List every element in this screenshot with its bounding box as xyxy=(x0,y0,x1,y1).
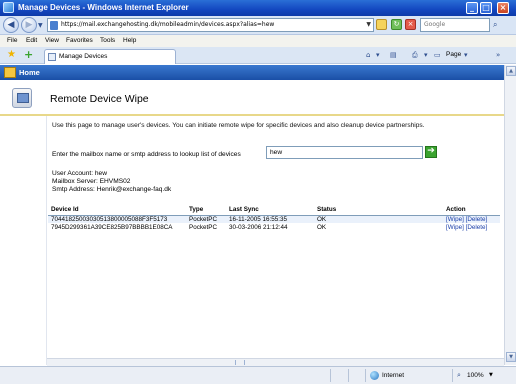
table-row: 7945D299361A39CE825B97BBBB1E08CA PocketP… xyxy=(48,223,500,231)
back-button[interactable]: ◀ xyxy=(3,17,19,33)
page-description: Use this page to manage user's devices. … xyxy=(52,122,425,129)
internet-zone-icon xyxy=(370,371,379,380)
security-zone-label: Internet xyxy=(382,372,405,379)
col-action: Action xyxy=(443,205,500,216)
window-title: Manage Devices - Windows Internet Explor… xyxy=(18,3,189,12)
scroll-up-icon[interactable]: ▲ xyxy=(506,66,516,76)
left-pane xyxy=(0,80,47,365)
refresh-button[interactable]: ↻ xyxy=(391,19,402,30)
status-bar: Internet ⌕ 100% ▼ xyxy=(0,366,516,384)
col-status: Status xyxy=(314,205,443,216)
menu-view[interactable]: View xyxy=(45,37,59,44)
address-bar: ◀ ▶ ▼ https://mail.exchangehosting.dk/mo… xyxy=(0,16,516,35)
page-title: Remote Device Wipe xyxy=(50,93,149,105)
home-bar: Home xyxy=(0,65,516,80)
forward-button[interactable]: ▶ xyxy=(21,17,37,33)
horizontal-scrollbar[interactable] xyxy=(47,358,504,366)
last-sync-cell: 16-11-2005 16:55:35 xyxy=(226,215,314,223)
print-dropdown-icon[interactable]: ▾ xyxy=(424,51,428,59)
zoom-icon[interactable]: ⌕ xyxy=(457,371,461,380)
search-icon[interactable]: ⌕ xyxy=(493,20,497,30)
tab-bar: ★ + Manage Devices ⌂ ▾ ▤ ⎙ ▾ ▭ Page ▾ » xyxy=(0,47,516,64)
lookup-label: Enter the mailbox name or smtp address t… xyxy=(52,151,241,158)
page-icon xyxy=(50,21,58,30)
close-button[interactable]: × xyxy=(497,2,509,14)
tab-label: Manage Devices xyxy=(59,53,108,60)
history-dropdown-icon[interactable]: ▼ xyxy=(38,22,43,29)
mailbox-lookup-input[interactable] xyxy=(266,146,423,159)
table-header-row: Device Id Type Last Sync Status Action xyxy=(48,205,500,216)
user-account-text: User Account: hew xyxy=(52,170,107,177)
wipe-link[interactable]: [Wipe] xyxy=(446,216,464,223)
smtp-address-text: Smtp Address: Henrik@exchange-faq.dk xyxy=(52,186,172,193)
action-cell: [Wipe] [Delete] xyxy=(443,223,500,231)
tab-page-icon xyxy=(48,53,56,61)
search-input[interactable] xyxy=(421,19,481,30)
menu-favorites[interactable]: Favorites xyxy=(66,37,93,44)
last-sync-cell: 30-03-2006 21:12:44 xyxy=(229,223,288,231)
devices-table: Device Id Type Last Sync Status Action 7… xyxy=(48,205,500,231)
page-menu[interactable]: Page xyxy=(446,51,461,58)
zoom-dropdown-icon[interactable]: ▼ xyxy=(489,372,493,378)
col-device-id: Device Id xyxy=(48,205,186,216)
tab-manage-devices[interactable]: Manage Devices xyxy=(44,49,176,64)
maximize-button[interactable]: □ xyxy=(480,2,492,14)
wipe-link[interactable]: [Wipe] xyxy=(446,224,464,231)
zoom-level[interactable]: 100% xyxy=(467,372,484,379)
menu-edit[interactable]: Edit xyxy=(26,37,37,44)
delete-link[interactable]: [Delete] xyxy=(466,224,488,231)
page-content: Remote Device Wipe Use this page to mana… xyxy=(0,80,504,365)
page-icon-menu[interactable]: ▭ xyxy=(434,51,441,59)
feeds-icon[interactable]: ▤ xyxy=(390,51,397,59)
url-dropdown-icon[interactable]: ▼ xyxy=(366,21,371,28)
minimize-button[interactable]: _ xyxy=(466,2,478,14)
title-bar: Manage Devices - Windows Internet Explor… xyxy=(0,0,516,16)
mailbox-server-text: Mailbox Server: EHVMS02 xyxy=(52,178,131,185)
col-last-sync: Last Sync xyxy=(226,205,314,216)
delete-link[interactable]: [Delete] xyxy=(466,216,488,223)
status-divider xyxy=(365,369,366,382)
lookup-go-button[interactable]: ➔ xyxy=(425,146,437,158)
type-cell: PocketPC xyxy=(186,215,226,223)
status-cell: OK xyxy=(317,223,327,231)
status-divider xyxy=(452,369,453,382)
menu-tools[interactable]: Tools xyxy=(100,37,115,44)
url-text: https://mail.exchangehosting.dk/mobilead… xyxy=(61,21,275,28)
status-divider xyxy=(330,369,331,382)
print-icon[interactable]: ⎙ xyxy=(412,51,418,60)
scroll-down-icon[interactable]: ▼ xyxy=(506,352,516,362)
home-link[interactable]: Home xyxy=(19,68,40,77)
status-divider xyxy=(348,369,349,382)
search-box[interactable] xyxy=(420,18,490,32)
toolbar-more-icon[interactable]: » xyxy=(496,51,500,59)
device-id-cell: 7945D299361A39CE825B97BBBB1E08CA xyxy=(51,223,173,231)
page-header: Remote Device Wipe xyxy=(0,80,504,116)
type-cell: PocketPC xyxy=(189,223,217,231)
ie-app-icon xyxy=(3,2,14,13)
action-cell: [Wipe] [Delete] xyxy=(443,215,500,223)
col-type: Type xyxy=(186,205,226,216)
favorites-star-icon[interactable]: ★ xyxy=(7,50,16,60)
device-id-cell: 70441825003030513800005088F3F5173 xyxy=(48,215,186,223)
add-favorites-icon[interactable]: + xyxy=(24,49,33,60)
vertical-scrollbar[interactable]: ▲ ▼ xyxy=(504,65,516,365)
home-folder-icon xyxy=(4,67,16,78)
page-dropdown-icon[interactable]: ▾ xyxy=(464,51,468,59)
url-field[interactable]: https://mail.exchangehosting.dk/mobilead… xyxy=(47,18,374,32)
menu-file[interactable]: File xyxy=(7,37,17,44)
status-cell: OK xyxy=(314,215,443,223)
home-icon[interactable]: ⌂ xyxy=(366,51,370,59)
device-wipe-icon xyxy=(12,88,32,108)
menu-bar: File Edit View Favorites Tools Help xyxy=(0,35,516,47)
scrollbar-grip-icon[interactable] xyxy=(235,360,245,365)
lock-icon[interactable] xyxy=(376,19,387,30)
home-dropdown-icon[interactable]: ▾ xyxy=(376,51,380,59)
table-row: 70441825003030513800005088F3F5173 Pocket… xyxy=(48,215,500,223)
stop-button[interactable]: × xyxy=(405,19,416,30)
menu-help[interactable]: Help xyxy=(123,37,136,44)
